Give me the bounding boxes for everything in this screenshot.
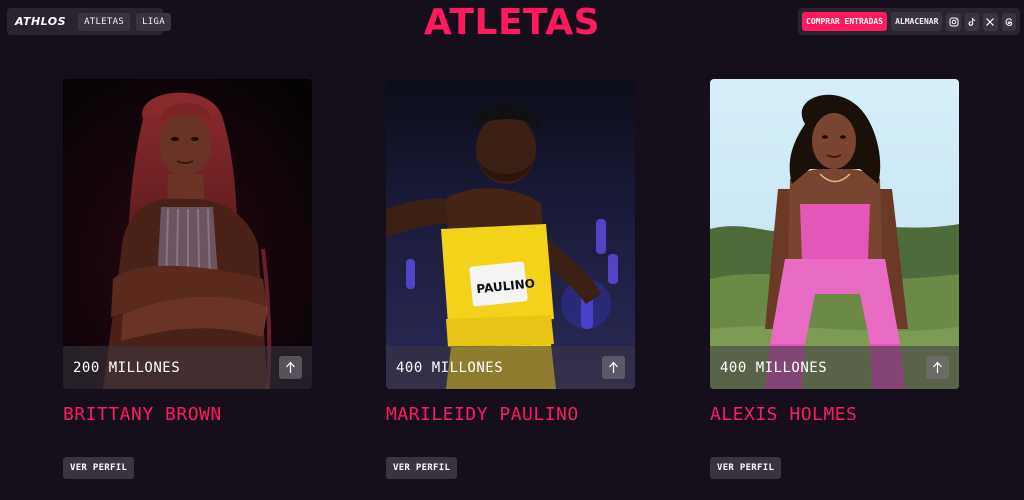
threads-icon[interactable] xyxy=(1001,12,1016,31)
card-footer-bar: 400 MILLONES xyxy=(710,346,959,389)
view-profile-button[interactable]: VER PERFIL xyxy=(386,457,458,479)
arrow-up-icon[interactable] xyxy=(926,356,949,379)
store-button[interactable]: ALMACENAR xyxy=(891,12,943,31)
instagram-icon[interactable] xyxy=(946,12,961,31)
athlete-card: 400 MILLONES ALEXIS HOLMES VER PERFIL xyxy=(710,79,959,479)
card-footer-bar: 200 MILLONES xyxy=(63,346,312,389)
athlete-amount: 400 MILLONES xyxy=(396,359,504,376)
athlete-amount: 200 MILLONES xyxy=(73,359,181,376)
arrow-up-icon[interactable] xyxy=(279,356,302,379)
athlete-image-brittany xyxy=(63,79,312,389)
athlete-photo[interactable]: 200 MILLONES xyxy=(63,79,312,389)
athlete-name[interactable]: MARILEIDY PAULINO xyxy=(386,404,635,425)
athlete-name[interactable]: BRITTANY BROWN xyxy=(63,404,312,425)
tiktok-icon[interactable] xyxy=(964,12,980,31)
athlete-card: 200 MILLONES BRITTANY BROWN VER PERFIL xyxy=(63,79,312,479)
card-footer-bar: 400 MILLONES xyxy=(386,346,635,389)
nav-right-group: COMPRAR ENTRADAS ALMACENAR xyxy=(798,8,1020,35)
athlete-card: PAULINO 400 MILLONES MARILEIDY PAULINO V… xyxy=(386,79,635,479)
athlete-image-alexis xyxy=(710,79,959,389)
athlete-name[interactable]: ALEXIS HOLMES xyxy=(710,404,959,425)
arrow-up-icon[interactable] xyxy=(602,356,625,379)
athlete-image-marileidy: PAULINO xyxy=(386,79,635,389)
view-profile-button[interactable]: VER PERFIL xyxy=(63,457,135,479)
view-profile-button[interactable]: VER PERFIL xyxy=(710,457,782,479)
buy-tickets-button[interactable]: COMPRAR ENTRADAS xyxy=(802,12,888,31)
x-icon[interactable] xyxy=(983,12,998,31)
athlete-amount: 400 MILLONES xyxy=(720,359,828,376)
athlete-photo[interactable]: 400 MILLONES xyxy=(710,79,959,389)
athlete-photo[interactable]: PAULINO 400 MILLONES xyxy=(386,79,635,389)
